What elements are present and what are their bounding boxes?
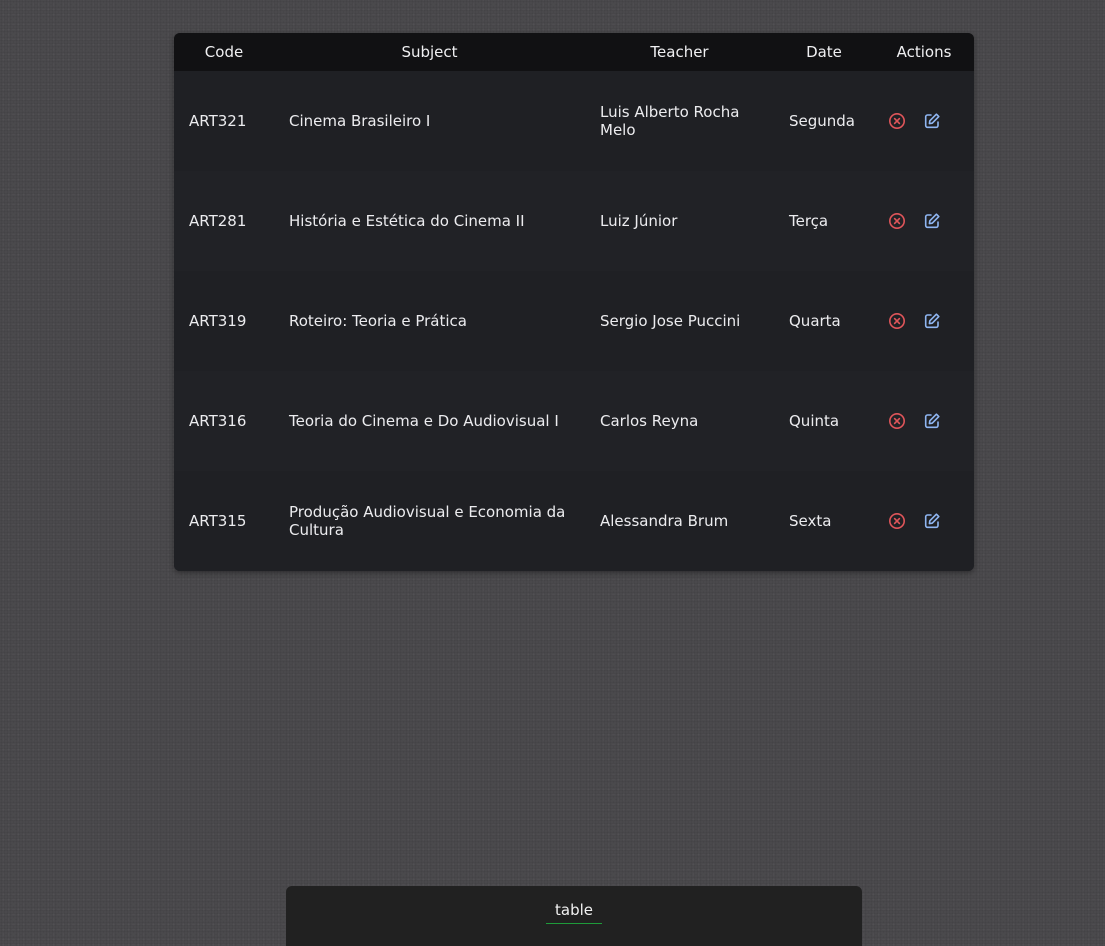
delete-circle-x-icon [889, 513, 905, 530]
column-header-subject: Subject [274, 33, 585, 71]
cell-subject: História e Estética do Cinema II [289, 212, 525, 230]
cell-code: ART319 [189, 312, 247, 330]
table-row: ART316 Teoria do Cinema e Do Audiovisual… [174, 371, 974, 471]
delete-button[interactable] [888, 512, 906, 530]
delete-button[interactable] [888, 412, 906, 430]
cell-date: Sexta [789, 512, 832, 530]
edit-pencil-icon [924, 413, 940, 429]
edit-button[interactable] [923, 412, 941, 430]
cell-teacher: Luiz Júnior [600, 212, 678, 230]
cell-code: ART315 [189, 512, 247, 530]
table-row: ART321 Cinema Brasileiro I Luis Alberto … [174, 71, 974, 171]
cell-teacher: Luis Alberto Rocha Melo [600, 103, 740, 139]
table-row: ART319 Roteiro: Teoria e Prática Sergio … [174, 271, 974, 371]
bottom-tab-bar: table [286, 886, 862, 946]
cell-actions [874, 471, 974, 571]
cell-teacher: Alessandra Brum [600, 512, 729, 530]
cell-date: Segunda [789, 112, 855, 130]
table-header-row: Code Subject Teacher Date Actions [174, 33, 974, 71]
delete-button[interactable] [888, 112, 906, 130]
cell-subject: Teoria do Cinema e Do Audiovisual I [289, 412, 559, 430]
cell-teacher: Carlos Reyna [600, 412, 699, 430]
tab-table[interactable]: table [546, 901, 602, 924]
cell-date: Quinta [789, 412, 840, 430]
cell-code: ART321 [189, 112, 247, 130]
table-body: ART321 Cinema Brasileiro I Luis Alberto … [174, 71, 974, 571]
table-row: ART281 História e Estética do Cinema II … [174, 171, 974, 271]
edit-button[interactable] [923, 312, 941, 330]
cell-code: ART281 [189, 212, 247, 230]
table-row: ART315 Produção Audiovisual e Economia d… [174, 471, 974, 571]
edit-button[interactable] [923, 512, 941, 530]
cell-date: Quarta [789, 312, 841, 330]
cell-subject: Cinema Brasileiro I [289, 112, 431, 130]
delete-circle-x-icon [889, 113, 905, 130]
column-header-code: Code [174, 33, 274, 71]
column-header-teacher: Teacher [585, 33, 774, 71]
cell-subject: Produção Audiovisual e Economia da Cultu… [289, 503, 566, 539]
edit-pencil-icon [924, 113, 940, 129]
delete-circle-x-icon [889, 213, 905, 230]
edit-button[interactable] [923, 212, 941, 230]
edit-pencil-icon [924, 213, 940, 229]
cell-actions [874, 71, 974, 171]
cell-teacher: Sergio Jose Puccini [600, 312, 741, 330]
cell-actions [874, 271, 974, 371]
subjects-table: Code Subject Teacher Date Actions ART321… [174, 33, 974, 571]
cell-actions [874, 171, 974, 271]
column-header-actions: Actions [874, 33, 974, 71]
delete-button[interactable] [888, 312, 906, 330]
cell-subject: Roteiro: Teoria e Prática [289, 312, 467, 330]
column-header-date: Date [774, 33, 874, 71]
cell-code: ART316 [189, 412, 247, 430]
cell-date: Terça [789, 212, 829, 230]
table-header: Code Subject Teacher Date Actions [174, 33, 974, 71]
edit-pencil-icon [924, 513, 940, 529]
edit-button[interactable] [923, 112, 941, 130]
subjects-table-card: Code Subject Teacher Date Actions ART321… [174, 33, 974, 571]
edit-pencil-icon [924, 313, 940, 329]
delete-circle-x-icon [889, 313, 905, 330]
delete-circle-x-icon [889, 413, 905, 430]
cell-actions [874, 371, 974, 471]
delete-button[interactable] [888, 212, 906, 230]
